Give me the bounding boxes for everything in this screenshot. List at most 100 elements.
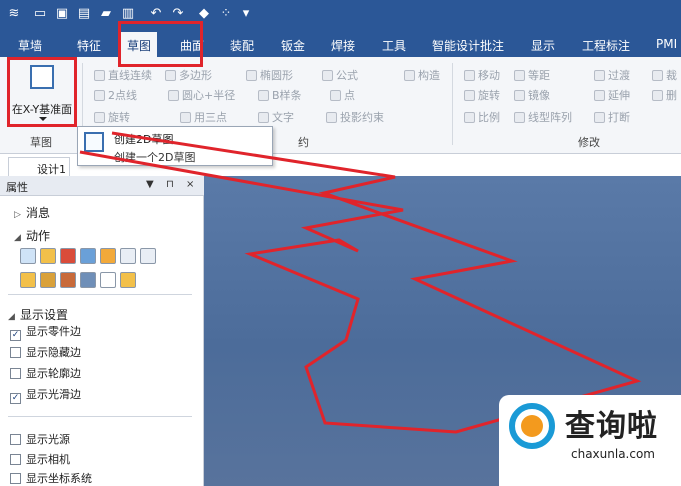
redo-icon[interactable]: ↷ bbox=[170, 6, 186, 22]
checkbox-checked[interactable]: ✓ bbox=[10, 330, 21, 341]
open-file-icon[interactable]: ▣ bbox=[54, 6, 70, 22]
chevron-down-icon: ◢ bbox=[8, 312, 15, 322]
tab-smart-annotation[interactable]: 智能设计批注 bbox=[432, 37, 504, 54]
tool-delete[interactable]: 删 bbox=[652, 87, 677, 103]
tab-pmi[interactable]: PMI bbox=[656, 37, 677, 51]
group-label-sketch: 草图 bbox=[30, 136, 52, 149]
checkbox-checked[interactable]: ✓ bbox=[10, 393, 21, 404]
tab-0[interactable]: 草墙 bbox=[18, 37, 42, 54]
group-label-modify: 修改 bbox=[578, 136, 600, 149]
tab-display[interactable]: 显示 bbox=[531, 37, 555, 54]
action-assembly-icon[interactable] bbox=[80, 272, 96, 288]
option-show-coordinate-system[interactable]: 显示坐标系统 bbox=[10, 470, 92, 486]
checkbox[interactable] bbox=[10, 368, 21, 379]
print-icon[interactable]: ▥ bbox=[120, 6, 136, 22]
action-list-icon[interactable] bbox=[20, 248, 36, 264]
tab-tools[interactable]: 工具 bbox=[382, 37, 406, 54]
panel-menu-button[interactable]: ▼ bbox=[146, 179, 154, 190]
shape-icon[interactable]: ◆ bbox=[196, 6, 212, 22]
tool-two-point-line[interactable]: 2点线 bbox=[94, 87, 137, 103]
action-part-icon[interactable] bbox=[40, 248, 56, 264]
chevron-down-icon: ◢ bbox=[14, 233, 21, 243]
app-menu-icon[interactable]: ≋ bbox=[6, 6, 22, 22]
checkbox[interactable] bbox=[10, 473, 21, 484]
tool-linear-pattern[interactable]: 线型阵列 bbox=[514, 109, 572, 125]
tool-ellipse[interactable]: 椭圆形 bbox=[246, 67, 293, 83]
tool-text[interactable]: 文字 bbox=[258, 109, 294, 125]
tool-fillet[interactable]: 过渡 bbox=[594, 67, 630, 83]
tool-three-point[interactable]: 用三点 bbox=[180, 109, 227, 125]
undo-icon[interactable]: ↶ bbox=[148, 6, 164, 22]
action-shield-icon[interactable] bbox=[100, 248, 116, 264]
option-show-part-edges[interactable]: ✓ 显示零件边 bbox=[10, 323, 81, 341]
dot-grid-icon[interactable]: ⁘ bbox=[218, 6, 234, 22]
action-table-icon[interactable] bbox=[60, 272, 76, 288]
tab-welding[interactable]: 焊接 bbox=[331, 37, 355, 54]
tool-scale[interactable]: 比例 bbox=[464, 109, 500, 125]
option-show-cameras[interactable]: 显示相机 bbox=[10, 451, 70, 467]
tool-extend[interactable]: 延伸 bbox=[594, 87, 630, 103]
tool-point[interactable]: 点 bbox=[330, 87, 355, 103]
checkbox[interactable] bbox=[10, 434, 21, 445]
group-label-constraint: 约 bbox=[298, 136, 309, 149]
panel-title: 属性 bbox=[6, 181, 28, 194]
tool-line-continuous[interactable]: 直线连续 bbox=[94, 67, 152, 83]
folder-icon[interactable]: ▰ bbox=[98, 6, 114, 22]
close-icon[interactable]: × bbox=[186, 179, 194, 190]
panel-header: 属性 ▼ ⊓ × bbox=[0, 176, 204, 196]
tool-move[interactable]: 移动 bbox=[464, 67, 500, 83]
tool-polygon[interactable]: 多边形 bbox=[165, 67, 212, 83]
section-message[interactable]: ▷ 消息 bbox=[14, 204, 50, 221]
tooltip-create-2d-sketch: 创建2D草图 创建一个2D草图 bbox=[77, 126, 273, 166]
divider bbox=[8, 416, 192, 417]
checkbox[interactable] bbox=[10, 347, 21, 358]
section-action[interactable]: ◢ 动作 bbox=[14, 227, 50, 244]
dropdown-icon[interactable]: ▾ bbox=[238, 6, 254, 22]
tab-engineering-dims[interactable]: 工程标注 bbox=[582, 37, 630, 54]
new-file-icon[interactable]: ▭ bbox=[32, 6, 48, 22]
tool-trim[interactable]: 裁 bbox=[652, 67, 677, 83]
watermark: 查询啦 chaxunla.com bbox=[499, 395, 681, 486]
checkbox[interactable] bbox=[10, 454, 21, 465]
watermark-logo-dot-icon bbox=[521, 415, 543, 437]
sketch-pencil-icon bbox=[84, 132, 104, 152]
action-gear-icon[interactable] bbox=[80, 248, 96, 264]
document-tab[interactable]: 设计1 bbox=[8, 157, 70, 177]
tab-sheetmetal[interactable]: 钣金 bbox=[281, 37, 305, 54]
section-display-settings[interactable]: ◢ 显示设置 bbox=[8, 306, 68, 323]
option-show-lights[interactable]: 显示光源 bbox=[10, 431, 70, 447]
tool-formula[interactable]: 公式 bbox=[322, 67, 358, 83]
axis-icon[interactable] bbox=[100, 272, 116, 288]
option-show-smooth-edges[interactable]: ✓ 显示光滑边 bbox=[10, 386, 81, 404]
properties-panel: 属性 ▼ ⊓ × ▷ 消息 ◢ 动作 ◢ 显示设置 ✓ 显示零件边 显示隐藏边 显示轮廓… bbox=[0, 176, 204, 486]
option-show-silhouette-edges[interactable]: 显示轮廓边 bbox=[10, 365, 81, 381]
action-mesh-icon[interactable] bbox=[60, 248, 76, 264]
tool-rotate[interactable]: 旋转 bbox=[464, 87, 500, 103]
tooltip-description: 创建一个2D草图 bbox=[114, 151, 196, 164]
save-icon[interactable]: ▤ bbox=[76, 6, 92, 22]
quick-access-toolbar: ≋ ▭ ▣ ▤ ▰ ▥ ↶ ↷ ◆ ⁘ ▾ bbox=[0, 0, 681, 30]
action-image-icon[interactable] bbox=[140, 248, 156, 264]
tool-offset[interactable]: 等距 bbox=[514, 67, 550, 83]
action-blocks-icon[interactable] bbox=[120, 272, 136, 288]
tooltip-title: 创建2D草图 bbox=[114, 133, 174, 146]
tool-rotate-sketch[interactable]: 旋转 bbox=[94, 109, 130, 125]
tool-mirror[interactable]: 镜像 bbox=[514, 87, 550, 103]
watermark-url: chaxunla.com bbox=[571, 447, 655, 461]
action-cube-icon[interactable] bbox=[20, 272, 36, 288]
tool-center-radius[interactable]: 圆心+半径 bbox=[168, 87, 235, 103]
annotation-box-xy-plane bbox=[7, 57, 77, 127]
tool-break[interactable]: 打断 bbox=[594, 109, 630, 125]
ribbon-separator bbox=[452, 63, 453, 145]
tab-assembly[interactable]: 装配 bbox=[230, 37, 254, 54]
action-edit-icon[interactable] bbox=[120, 248, 136, 264]
tool-projection-constraint[interactable]: 投影约束 bbox=[326, 109, 384, 125]
tool-construction[interactable]: 构造 bbox=[404, 67, 440, 83]
option-show-hidden-edges[interactable]: 显示隐藏边 bbox=[10, 344, 81, 360]
tool-bspline[interactable]: B样条 bbox=[258, 87, 302, 103]
tab-features[interactable]: 特征 bbox=[77, 37, 101, 54]
action-link-icon[interactable] bbox=[40, 272, 56, 288]
watermark-brand: 查询啦 bbox=[565, 409, 658, 444]
pin-icon[interactable]: ⊓ bbox=[166, 179, 174, 190]
ribbon-tab-bar: 草墙 特征 草图 曲面 装配 钣金 焊接 工具 智能设计批注 显示 工程标注 P… bbox=[0, 30, 681, 57]
